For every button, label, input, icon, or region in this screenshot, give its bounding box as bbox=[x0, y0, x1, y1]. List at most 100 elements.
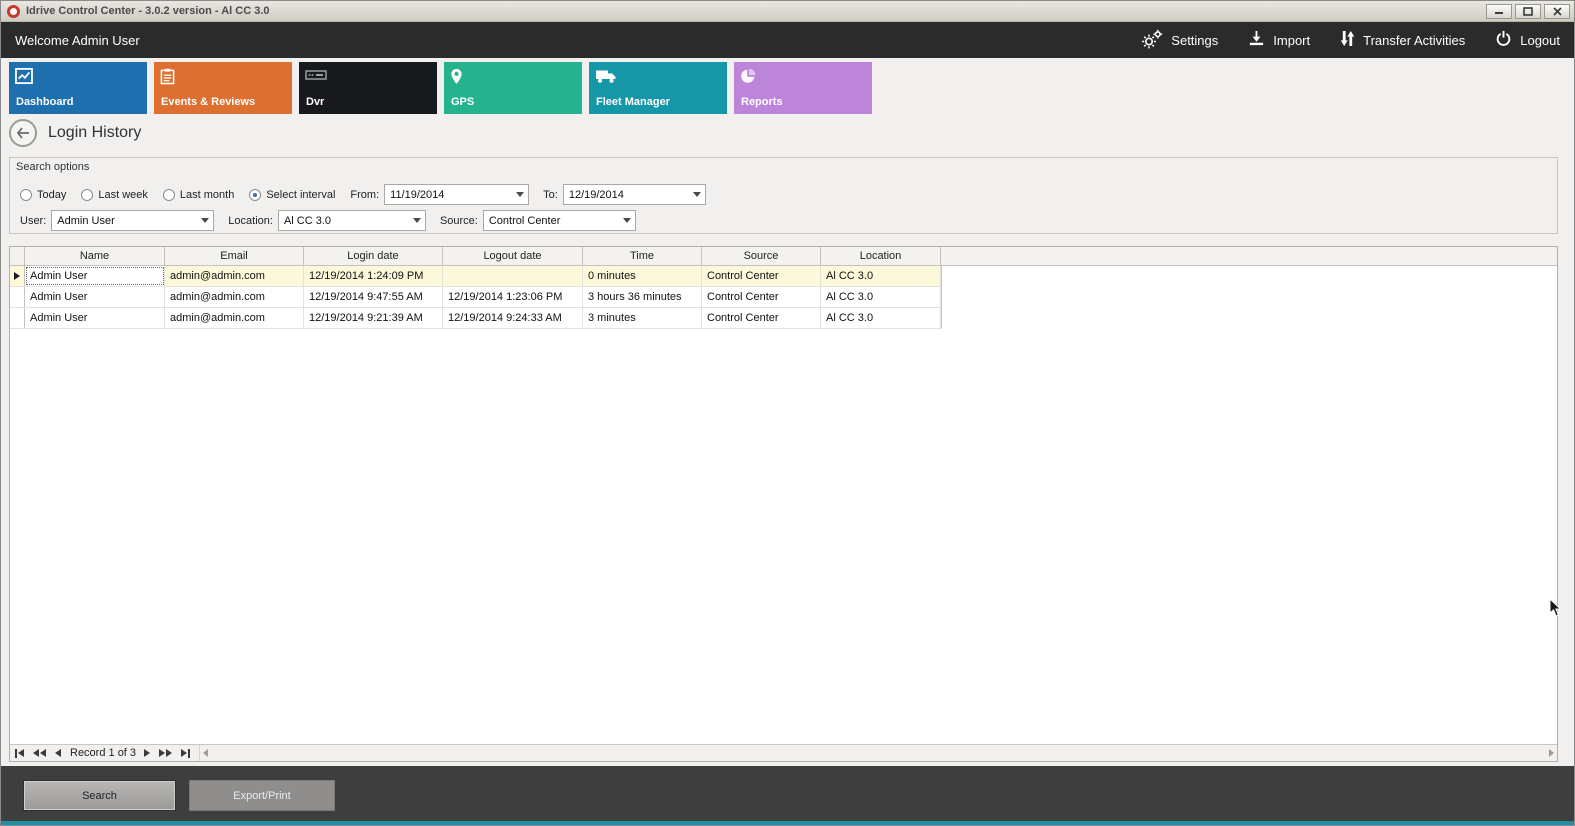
tile-events-reviews[interactable]: Events & Reviews bbox=[154, 62, 292, 114]
transfer-icon bbox=[1340, 30, 1355, 50]
radio-last-week[interactable]: Last week bbox=[81, 189, 148, 201]
grid-cell[interactable]: 3 hours 36 minutes bbox=[583, 287, 702, 307]
tile-gps[interactable]: GPS bbox=[444, 62, 582, 114]
app-icon bbox=[7, 5, 20, 18]
chevron-down-icon bbox=[623, 218, 631, 223]
maximize-button[interactable] bbox=[1515, 4, 1541, 19]
scroll-left-icon[interactable] bbox=[203, 749, 208, 757]
location-combo[interactable]: Al CC 3.0 bbox=[278, 210, 426, 231]
column-header-login-date[interactable]: Login date bbox=[304, 247, 443, 265]
search-button[interactable]: Search bbox=[23, 780, 176, 811]
radio-today-circle[interactable] bbox=[20, 189, 32, 201]
radio-select-interval[interactable]: Select interval bbox=[249, 189, 335, 201]
back-button[interactable] bbox=[9, 119, 37, 147]
grid-cell[interactable]: Control Center bbox=[702, 308, 821, 328]
grid-cell[interactable]: Admin User bbox=[25, 266, 165, 286]
close-icon bbox=[1553, 7, 1562, 16]
user-dropdown-button[interactable] bbox=[197, 211, 213, 230]
location-dropdown-button[interactable] bbox=[409, 211, 425, 230]
horizontal-scrollbar[interactable] bbox=[199, 745, 1557, 761]
source-value: Control Center bbox=[489, 215, 561, 227]
next-record-button[interactable] bbox=[144, 749, 150, 757]
source-combo[interactable]: Control Center bbox=[483, 210, 636, 231]
search-options-label: Search options bbox=[16, 161, 89, 173]
settings-button[interactable]: Settings bbox=[1141, 29, 1218, 52]
to-date-combo[interactable]: 12/19/2014 bbox=[563, 184, 706, 205]
user-combo[interactable]: Admin User bbox=[51, 210, 214, 231]
grid-cell[interactable]: 0 minutes bbox=[583, 266, 702, 286]
row-indicator bbox=[10, 308, 25, 328]
scroll-right-icon[interactable] bbox=[1549, 749, 1554, 757]
settings-label: Settings bbox=[1171, 33, 1218, 48]
row-indicator-icon bbox=[14, 272, 20, 280]
grid-cell[interactable]: Admin User bbox=[25, 308, 165, 328]
grid-cell[interactable]: Al CC 3.0 bbox=[821, 266, 941, 286]
tile-label: Events & Reviews bbox=[161, 96, 255, 108]
export-print-button[interactable]: Export/Print bbox=[189, 780, 335, 811]
source-label: Source: bbox=[440, 215, 478, 227]
tile-dvr[interactable]: Dvr bbox=[299, 62, 437, 114]
grid-cell[interactable]: 12/19/2014 9:24:33 AM bbox=[443, 308, 583, 328]
first-record-button[interactable] bbox=[15, 749, 24, 758]
to-date-dropdown-button[interactable] bbox=[689, 185, 705, 204]
column-header-name[interactable]: Name bbox=[25, 247, 165, 265]
radio-last-week-circle[interactable] bbox=[81, 189, 93, 201]
grid-cell[interactable] bbox=[443, 266, 583, 286]
radio-today-label: Today bbox=[37, 189, 66, 201]
tile-label: Dvr bbox=[306, 96, 324, 108]
column-header-location[interactable]: Location bbox=[821, 247, 941, 265]
grid-cell[interactable]: admin@admin.com bbox=[165, 287, 304, 307]
prev-page-button[interactable] bbox=[33, 749, 46, 757]
row-indicator bbox=[10, 266, 25, 286]
last-record-button[interactable] bbox=[181, 749, 190, 758]
table-row[interactable]: Admin User admin@admin.com 12/19/2014 9:… bbox=[10, 308, 942, 329]
grid-cell[interactable]: Control Center bbox=[702, 287, 821, 307]
titlebar: Idrive Control Center - 3.0.2 version - … bbox=[1, 1, 1574, 22]
minimize-button[interactable] bbox=[1486, 4, 1512, 19]
import-button[interactable]: Import bbox=[1248, 30, 1310, 50]
tile-fleet-manager[interactable]: Fleet Manager bbox=[589, 62, 727, 114]
logout-label: Logout bbox=[1520, 33, 1560, 48]
record-navigator: Record 1 of 3 bbox=[10, 744, 1557, 761]
logout-button[interactable]: Logout bbox=[1495, 30, 1560, 50]
user-label: User: bbox=[20, 215, 46, 227]
grid-cell[interactable]: Admin User bbox=[25, 287, 165, 307]
from-date-dropdown-button[interactable] bbox=[512, 185, 528, 204]
table-row[interactable]: Admin User admin@admin.com 12/19/2014 9:… bbox=[10, 287, 942, 308]
truck-icon bbox=[595, 68, 617, 89]
page-head: Login History bbox=[9, 119, 141, 147]
column-header-time[interactable]: Time bbox=[583, 247, 702, 265]
grid-cell[interactable]: Al CC 3.0 bbox=[821, 287, 941, 307]
column-header-source[interactable]: Source bbox=[702, 247, 821, 265]
radio-select-interval-circle[interactable] bbox=[249, 189, 261, 201]
from-label: From: bbox=[350, 189, 379, 201]
radio-today[interactable]: Today bbox=[20, 189, 66, 201]
grid-cell[interactable]: 3 minutes bbox=[583, 308, 702, 328]
table-row[interactable]: Admin User admin@admin.com 12/19/2014 1:… bbox=[10, 266, 942, 287]
close-button[interactable] bbox=[1544, 4, 1570, 19]
tile-reports[interactable]: Reports bbox=[734, 62, 872, 114]
grid-cell[interactable]: admin@admin.com bbox=[165, 266, 304, 286]
column-header-logout-date[interactable]: Logout date bbox=[443, 247, 583, 265]
clipboard-icon bbox=[160, 68, 175, 90]
search-options-group: Search options Today Last week Last mont… bbox=[9, 157, 1558, 234]
grid-cell[interactable]: Control Center bbox=[702, 266, 821, 286]
grid-cell[interactable]: 12/19/2014 9:21:39 AM bbox=[304, 308, 443, 328]
next-page-button[interactable] bbox=[159, 749, 172, 757]
to-label: To: bbox=[543, 189, 558, 201]
column-header-email[interactable]: Email bbox=[165, 247, 304, 265]
grid-cell[interactable]: 12/19/2014 1:23:06 PM bbox=[443, 287, 583, 307]
radio-last-month[interactable]: Last month bbox=[163, 189, 234, 201]
source-dropdown-button[interactable] bbox=[619, 211, 635, 230]
grid-cell[interactable]: 12/19/2014 1:24:09 PM bbox=[304, 266, 443, 286]
row-indicator bbox=[10, 287, 25, 307]
from-date-combo[interactable]: 11/19/2014 bbox=[384, 184, 529, 205]
prev-record-button[interactable] bbox=[55, 749, 61, 757]
radio-last-month-circle[interactable] bbox=[163, 189, 175, 201]
grid-cell[interactable]: admin@admin.com bbox=[165, 308, 304, 328]
bottom-action-bar: Search Export/Print bbox=[1, 766, 1574, 823]
transfer-activities-button[interactable]: Transfer Activities bbox=[1340, 30, 1465, 50]
tile-dashboard[interactable]: Dashboard bbox=[9, 62, 147, 114]
grid-cell[interactable]: 12/19/2014 9:47:55 AM bbox=[304, 287, 443, 307]
grid-cell[interactable]: Al CC 3.0 bbox=[821, 308, 941, 328]
